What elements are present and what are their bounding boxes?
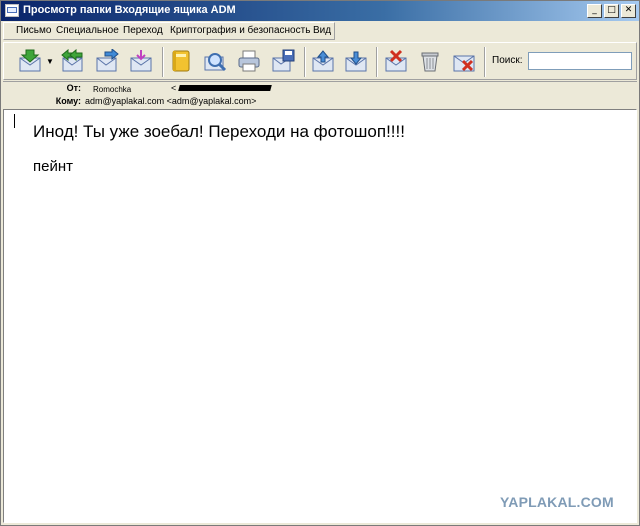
junk-button[interactable] [452,49,476,73]
delete-button[interactable] [384,49,408,73]
to-label: Кому: [55,96,81,106]
menu-view[interactable]: Вид [313,25,331,36]
print-button[interactable] [237,49,261,73]
menu-bar: Письмо Специальное Переход Криптография … [3,22,335,40]
address-book-button[interactable] [169,49,193,73]
search-mail-button[interactable] [203,49,227,73]
address-book-icon [172,50,190,72]
from-label: От: [66,83,81,93]
toolbar: ▼ Поиск: [3,42,637,80]
save-icon [272,49,295,72]
message-line-1: Инод! Ты уже зоебал! Переходи на фотошоп… [33,122,405,141]
search-input[interactable] [528,52,632,70]
search-label: Поиск: [492,55,523,66]
from-name[interactable]: Romochka [93,85,131,94]
message-line-2: пейнт [33,158,73,175]
trash-button[interactable] [418,49,442,73]
site-watermark: YAPLAKAL.COM [500,494,614,510]
print-icon [238,50,260,72]
text-caret [14,114,15,128]
get-mail-dropdown[interactable]: ▼ [46,57,54,66]
forward-icon [96,49,119,72]
next-message-button[interactable] [344,49,368,73]
maximize-button[interactable]: □ [604,4,619,18]
redaction-bar [178,85,272,91]
menu-letter[interactable]: Письмо [16,25,51,36]
toolbar-separator [162,47,164,77]
delete-mark-icon [385,49,407,72]
junk-icon [453,55,475,72]
move-down-icon [345,51,367,72]
get-mail-icon [19,49,41,72]
trash-icon [421,52,439,72]
forward-button[interactable] [95,49,119,73]
mail-window: Просмотр папки Входящие ящика ADM _ □ ✕ … [0,0,640,526]
toolbar-separator [304,47,306,77]
menu-crypto-security[interactable]: Криптография и безопасность [170,25,310,36]
close-button[interactable]: ✕ [621,4,636,18]
new-message-icon [130,50,152,72]
move-up-icon [312,50,334,72]
save-button[interactable] [271,49,295,73]
menu-go[interactable]: Переход [123,25,163,36]
mail-folder-icon [5,4,19,17]
search-mail-icon [204,53,227,72]
window-title: Просмотр папки Входящие ящика ADM [23,4,236,16]
previous-message-button[interactable] [311,49,335,73]
message-body[interactable]: Инод! Ты уже зоебал! Переходи на фотошоп… [3,109,637,523]
message-header: От: Romochka < Кому: adm@yaplakal.com <a… [3,81,637,109]
menu-special[interactable]: Специальное [56,25,119,36]
toolbar-separator [484,47,486,77]
title-bar[interactable]: Просмотр папки Входящие ящика ADM _ □ ✕ [1,1,639,21]
to-value[interactable]: adm@yaplakal.com <adm@yaplakal.com> [85,96,256,106]
new-message-button[interactable] [129,49,153,73]
reply-all-button[interactable] [60,49,84,73]
get-mail-button[interactable] [18,49,42,73]
minimize-button[interactable]: _ [587,4,602,18]
reply-all-icon [61,49,83,72]
toolbar-separator [376,47,378,77]
from-email[interactable]: < [171,83,176,93]
